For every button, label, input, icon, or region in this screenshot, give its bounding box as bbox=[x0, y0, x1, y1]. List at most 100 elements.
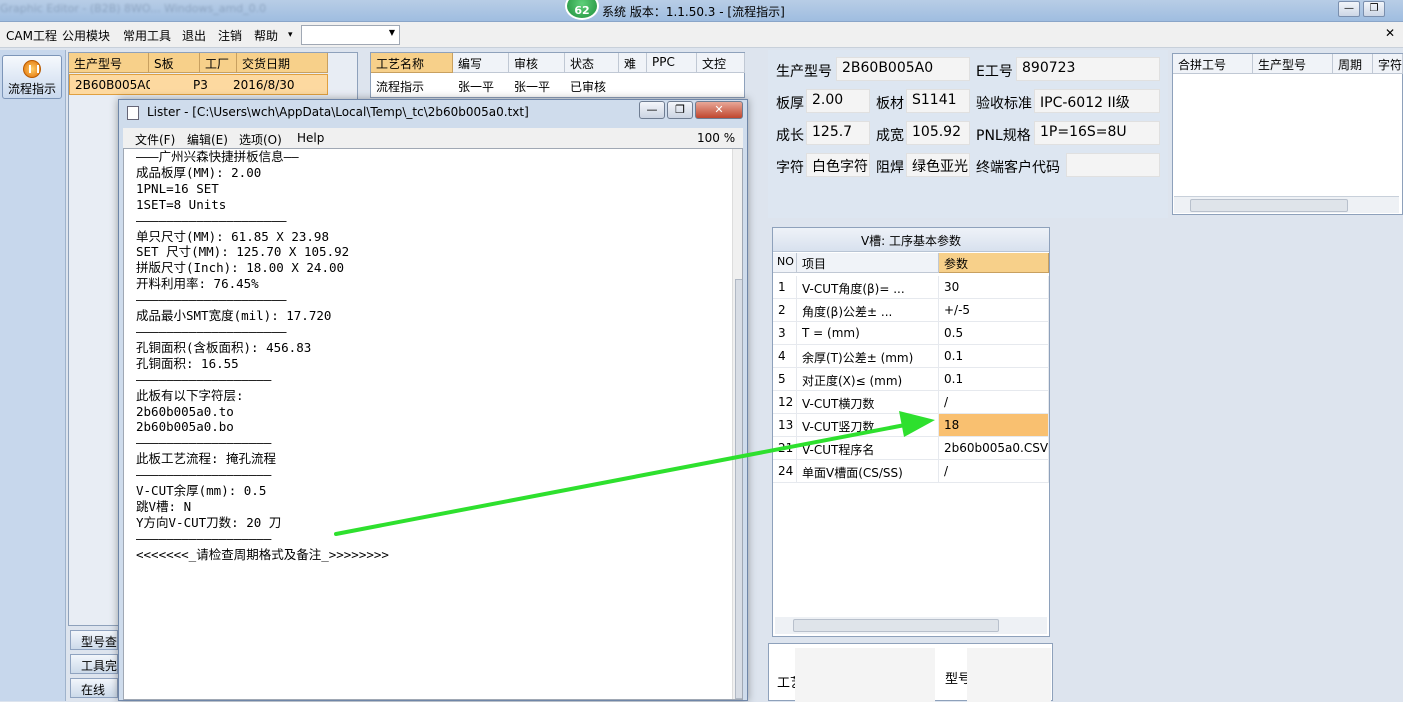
col-header-status[interactable]: 状态 bbox=[565, 53, 619, 73]
table-row[interactable]: 24 单面V槽面(CS/SS) / bbox=[773, 460, 1049, 483]
label-mask: 阻焊 bbox=[876, 160, 904, 176]
menu-common-tools[interactable]: 常用工具 bbox=[123, 27, 171, 44]
cell-no: 21 bbox=[773, 437, 797, 460]
col-header-delivery[interactable]: 交货日期 bbox=[237, 53, 328, 73]
scrollbar-thumb[interactable] bbox=[735, 279, 742, 699]
menu-help[interactable]: 帮助 bbox=[254, 27, 278, 44]
tab-tool-complete[interactable]: 工具完 bbox=[70, 654, 118, 674]
field-width[interactable]: 105.92 bbox=[906, 121, 970, 145]
lister-line: 成品最小SMT宽度(mil): 17.720 bbox=[136, 308, 332, 324]
col-header-merge-model[interactable]: 生产型号 bbox=[1253, 54, 1333, 74]
tab-online[interactable]: 在线 bbox=[70, 678, 118, 698]
lister-window[interactable]: Lister - [C:\Users\wch\AppData\Local\Tem… bbox=[118, 99, 748, 701]
col-header-s-board[interactable]: S板 bbox=[149, 53, 200, 73]
lister-menu-help[interactable]: Help bbox=[297, 131, 324, 145]
col-header-cycle[interactable]: 周期 bbox=[1333, 54, 1373, 74]
scrollbar-thumb[interactable] bbox=[793, 619, 999, 632]
cell-process[interactable]: 流程指示 bbox=[371, 75, 453, 96]
field-char[interactable]: 白色字符 bbox=[806, 153, 870, 177]
col-header-doc-control[interactable]: 文控 bbox=[697, 53, 745, 73]
lister-menu-file[interactable]: 文件(F) bbox=[135, 131, 175, 148]
cell-param: 0.5 bbox=[939, 322, 1049, 345]
lister-menu-edit[interactable]: 编辑(E) bbox=[187, 131, 228, 148]
lister-maximize-button[interactable]: ❐ bbox=[667, 101, 693, 119]
cell-item: 对正度(X)≤ (mm) bbox=[797, 368, 939, 391]
col-header-reviewer[interactable]: 审核 bbox=[509, 53, 565, 73]
cell-no: 13 bbox=[773, 414, 797, 437]
cell-writer[interactable]: 张一平 bbox=[453, 75, 509, 96]
vcut-scrollbar[interactable] bbox=[775, 617, 1047, 634]
cell-status[interactable]: 已审核 bbox=[565, 75, 619, 96]
minimize-button[interactable]: — bbox=[1338, 1, 1360, 17]
process-box[interactable] bbox=[795, 648, 935, 702]
col-header-item[interactable]: 项目 bbox=[797, 253, 939, 273]
field-prod-model[interactable]: 2B60B005A0 bbox=[836, 57, 970, 81]
lister-scrollbar[interactable] bbox=[732, 149, 742, 699]
table-row[interactable]: 2B60B005A0 P3 2016/8/30 bbox=[69, 74, 328, 95]
lister-line: ———————————————————— bbox=[136, 292, 287, 308]
tab-model-query[interactable]: 型号查 bbox=[70, 630, 118, 650]
table-row[interactable]: 12 V-CUT横刀数 / bbox=[773, 391, 1049, 414]
col-header-difficulty[interactable]: 难 bbox=[619, 53, 647, 73]
col-header-merge-no[interactable]: 合拼工号 bbox=[1173, 54, 1253, 74]
chevron-down-icon[interactable]: ▾ bbox=[288, 30, 293, 40]
lister-line: <<<<<<<_请检查周期格式及备注_>>>>>>>> bbox=[136, 546, 389, 562]
lister-line: Y方向V-CUT刀数: 20 刀 bbox=[136, 514, 282, 530]
lister-line: 成品板厚(MM): 2.00 bbox=[136, 164, 262, 180]
mdi-close-icon[interactable]: ✕ bbox=[1385, 26, 1395, 40]
flow-indicator-label: 流程指示 bbox=[7, 82, 56, 96]
flow-indicator-button[interactable]: 流程指示 bbox=[2, 55, 62, 99]
table-row[interactable]: 21 V-CUT程序名 2b60b005a0.CSV bbox=[773, 437, 1049, 460]
field-material[interactable]: S1141 bbox=[906, 89, 970, 113]
col-header-no[interactable]: NO bbox=[773, 253, 797, 273]
field-standard[interactable]: IPC-6012 II级 bbox=[1034, 89, 1160, 113]
table-row[interactable]: 4 余厚(T)公差± (mm) 0.1 bbox=[773, 345, 1049, 368]
col-header-param[interactable]: 参数 bbox=[939, 253, 1049, 273]
col-header-factory[interactable]: 工厂 bbox=[200, 53, 237, 73]
lister-line: 孔铜面积: 16.55 bbox=[136, 355, 239, 371]
maximize-button[interactable]: ❐ bbox=[1363, 1, 1385, 17]
col-header-char[interactable]: 字符 bbox=[1373, 54, 1403, 74]
lister-line: 1SET=8 Units bbox=[136, 196, 227, 212]
lister-menu-options[interactable]: 选项(O) bbox=[239, 131, 282, 148]
table-row[interactable]: 3T = (mm) 0.5 bbox=[773, 322, 1049, 345]
field-thickness[interactable]: 2.00 bbox=[806, 89, 870, 113]
model-box[interactable] bbox=[967, 648, 1051, 702]
cell-factory: P3 bbox=[193, 78, 208, 92]
field-e-no[interactable]: 890723 bbox=[1016, 57, 1160, 81]
col-header-writer[interactable]: 编写 bbox=[453, 53, 509, 73]
cell-reviewer[interactable]: 张一平 bbox=[509, 75, 565, 96]
table-row[interactable]: 13 V-CUT竖刀数 18 bbox=[773, 414, 1049, 437]
menu-combo[interactable]: ▼ bbox=[301, 25, 400, 45]
menu-cam[interactable]: CAM工程 bbox=[6, 27, 57, 44]
lister-line: 单只尺寸(MM): 61.85 X 23.98 bbox=[136, 228, 329, 244]
lister-line: —————————————————— bbox=[136, 467, 272, 483]
lister-minimize-button[interactable]: — bbox=[639, 101, 665, 119]
cell-item: V-CUT竖刀数 bbox=[797, 414, 939, 437]
cell-no: 24 bbox=[773, 460, 797, 483]
cell-param: 0.1 bbox=[939, 345, 1049, 368]
lister-close-button[interactable]: ✕ bbox=[695, 101, 743, 119]
label-prod-model: 生产型号 bbox=[776, 64, 832, 80]
lister-text-area[interactable]: ———广州兴森快捷拼板信息—— 成品板厚(MM): 2.00 1PNL=16 SET… bbox=[123, 148, 743, 700]
field-mask[interactable]: 绿色亚光 bbox=[906, 153, 970, 177]
col-header-ppc[interactable]: PPC bbox=[647, 53, 697, 73]
table-row[interactable]: 5 对正度(X)≤ (mm) 0.1 bbox=[773, 368, 1049, 391]
window-title: 系统 版本：1.1.50.3 - [流程指示] bbox=[602, 5, 785, 19]
table-row[interactable]: 2 角度(β)公差± ... +/-5 bbox=[773, 299, 1049, 322]
vcut-panel: V槽: 工序基本参数 NO 项目 参数 1 V-CUT角度(β)= ... 30 2 角… bbox=[772, 227, 1050, 637]
lister-line: 拼版尺寸(Inch): 18.00 X 24.00 bbox=[136, 260, 345, 276]
col-header-process[interactable]: 工艺名称 bbox=[371, 53, 453, 73]
field-pnl[interactable]: 1P=16S=8U bbox=[1034, 121, 1160, 145]
col-header-model[interactable]: 生产型号 bbox=[69, 53, 149, 73]
bottom-tabs: 型号查 工具完 在线 bbox=[70, 630, 120, 701]
menu-common-module[interactable]: 公用模块 bbox=[62, 27, 110, 44]
menu-logout[interactable]: 注销 bbox=[218, 27, 242, 44]
scrollbar-thumb[interactable] bbox=[1190, 199, 1348, 212]
table-row[interactable]: 1 V-CUT角度(β)= ... 30 bbox=[773, 276, 1049, 299]
field-length[interactable]: 125.7 bbox=[806, 121, 870, 145]
sidebar: 流程指示 bbox=[0, 50, 66, 701]
field-customer[interactable] bbox=[1066, 153, 1160, 177]
merge-grid-scrollbar[interactable] bbox=[1174, 196, 1399, 213]
menu-exit[interactable]: 退出 bbox=[182, 27, 206, 44]
